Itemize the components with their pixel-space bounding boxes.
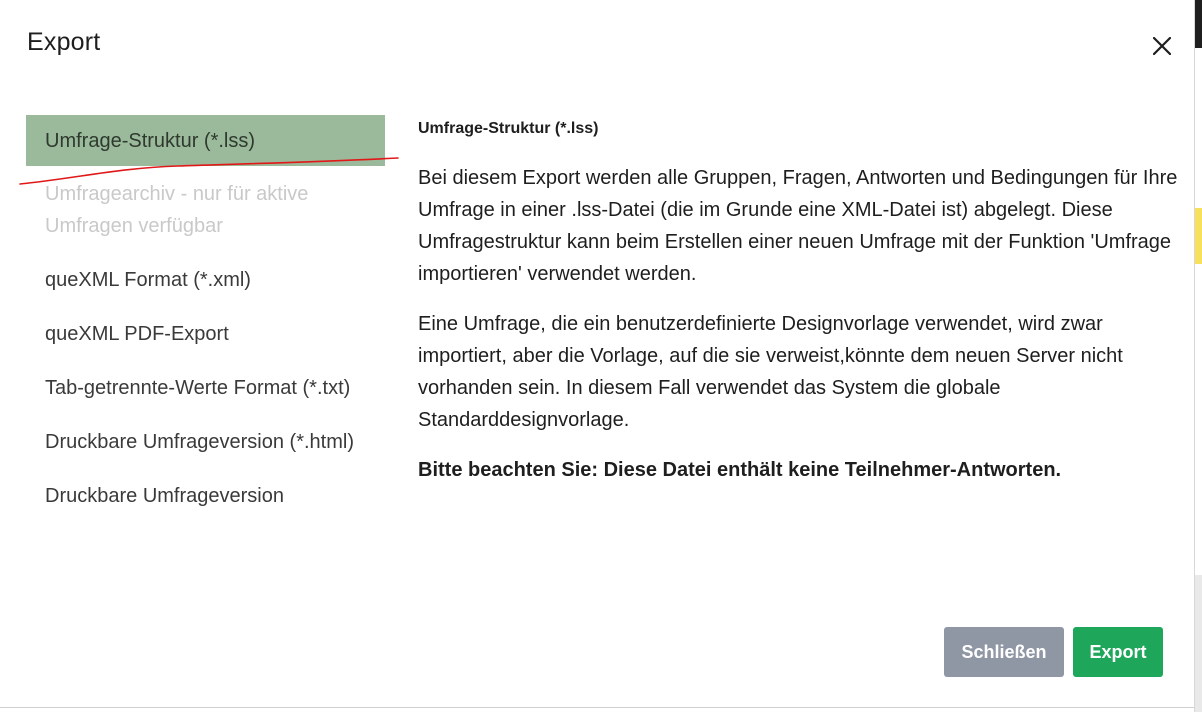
modal-title: Export [27, 28, 101, 56]
format-item-label: Umfragearchiv - nur für aktive Umfragen … [45, 183, 309, 237]
screen: Export Umfrage-Struktur (*.lss) Umfragea… [0, 0, 1202, 712]
format-item-lss[interactable]: Umfrage-Struktur (*.lss) [26, 115, 385, 166]
description-heading: Umfrage-Struktur (*.lss) [418, 120, 599, 137]
format-item-tsv[interactable]: Tab-getrennte-Werte Format (*.txt) [26, 362, 385, 414]
description-paragraph-2: Eine Umfrage, die ein benutzerdefinierte… [418, 313, 1123, 431]
description-paragraph-1: Bei diesem Export werden alle Gruppen, F… [418, 167, 1178, 285]
format-item-label: queXML Format (*.xml) [45, 269, 251, 291]
format-item-label: Tab-getrennte-Werte Format (*.txt) [45, 377, 351, 399]
background-page [1194, 0, 1202, 712]
format-item-label: Druckbare Umfrageversion [45, 485, 284, 507]
export-format-list: Umfrage-Struktur (*.lss) Umfragearchiv -… [26, 115, 385, 524]
format-item-printable-html[interactable]: Druckbare Umfrageversion (*.html) [26, 416, 385, 468]
format-item-label: Druckbare Umfrageversion (*.html) [45, 431, 354, 453]
description-note: Bitte beachten Sie: Diese Datei enthält … [418, 459, 1062, 481]
background-header [1195, 0, 1202, 48]
format-item-quexml-pdf[interactable]: queXML PDF-Export [26, 308, 385, 360]
format-item-printable[interactable]: Druckbare Umfrageversion [26, 470, 385, 522]
export-modal: Export Umfrage-Struktur (*.lss) Umfragea… [0, 0, 1194, 708]
export-button[interactable]: Export [1073, 627, 1163, 677]
background-panel [1195, 575, 1202, 712]
format-item-archive: Umfragearchiv - nur für aktive Umfragen … [26, 168, 385, 252]
close-icon [1153, 37, 1171, 55]
close-dialog-button[interactable]: Schließen [944, 627, 1064, 677]
close-button[interactable] [1146, 30, 1178, 62]
format-item-label: queXML PDF-Export [45, 323, 229, 345]
format-description: Umfrage-Struktur (*.lss) Bei diesem Expo… [418, 118, 1178, 504]
background-highlight [1195, 208, 1202, 264]
format-item-quexml[interactable]: queXML Format (*.xml) [26, 254, 385, 306]
format-item-label: Umfrage-Struktur (*.lss) [45, 130, 256, 152]
